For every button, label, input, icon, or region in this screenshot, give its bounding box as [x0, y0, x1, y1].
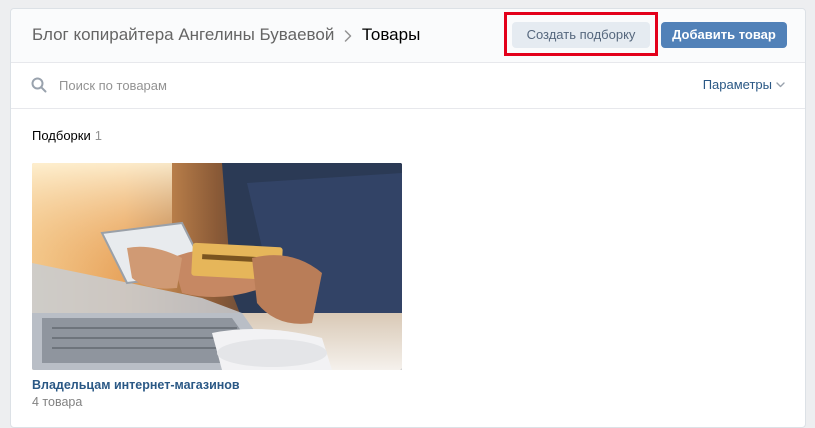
collections-heading: Подборки 1 [32, 128, 102, 144]
search-icon [31, 77, 47, 93]
collection-cover-image[interactable] [32, 163, 402, 370]
collections-count: 1 [94, 128, 102, 143]
search-input[interactable] [59, 75, 459, 95]
collection-card[interactable]: Владельцам интернет-магазинов 4 товара [32, 163, 402, 410]
params-label: Параметры [702, 77, 772, 92]
chevron-down-icon [772, 77, 785, 92]
breadcrumb-group-link[interactable]: Блог копирайтера Ангелины Буваевой [32, 25, 334, 44]
add-product-button[interactable]: Добавить товар [661, 22, 787, 48]
breadcrumb-current: Товары [361, 25, 421, 44]
create-collection-button[interactable]: Создать подборку [512, 22, 650, 48]
collections-title: Подборки [32, 128, 91, 143]
collection-item-count: 4 товара [32, 395, 83, 409]
market-panel: Блог копирайтера Ангелины Буваевой Товар… [10, 8, 806, 428]
params-dropdown[interactable]: Параметры [703, 77, 785, 93]
chevron-right-icon [339, 24, 357, 46]
panel-header: Блог копирайтера Ангелины Буваевой Товар… [11, 9, 805, 63]
breadcrumb: Блог копирайтера Ангелины Буваевой Товар… [32, 24, 420, 46]
search-bar: Параметры [11, 63, 805, 109]
collection-name[interactable]: Владельцам интернет-магазинов [32, 377, 402, 393]
